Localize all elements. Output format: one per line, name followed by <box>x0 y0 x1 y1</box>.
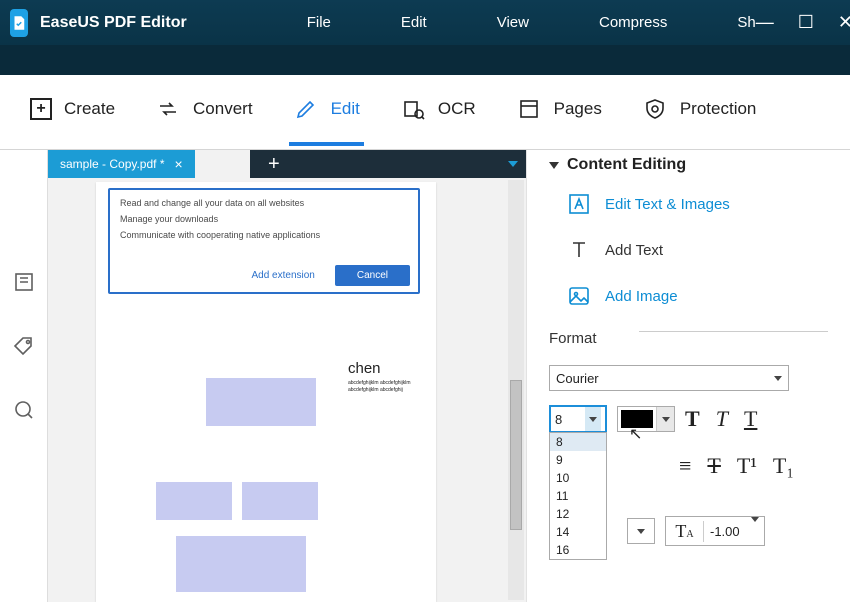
pages-icon <box>516 96 542 122</box>
tiny-text: abcdefghijklm abcdefghijklm abcdefghijkl… <box>348 380 436 393</box>
chevron-down-icon <box>746 522 764 540</box>
extension-popup: Read and change all your data on all web… <box>108 188 420 294</box>
edit-text-images-option[interactable]: Edit Text & Images <box>567 192 828 216</box>
plus-icon: + <box>30 98 52 120</box>
chevron-down-icon <box>585 407 601 431</box>
dark-strip <box>0 45 850 75</box>
tab-name: sample - Copy.pdf * <box>60 157 165 171</box>
size-option-12[interactable]: 12 <box>550 505 606 523</box>
panel-header[interactable]: Content Editing <box>549 156 828 174</box>
app-title: EaseUS PDF Editor <box>40 14 187 32</box>
tab-dropdown-icon[interactable] <box>508 161 518 167</box>
size-option-8[interactable]: 8 <box>550 433 606 451</box>
selection-box-3 <box>242 482 318 520</box>
shield-icon <box>642 96 668 122</box>
spacing-presets-dropdown[interactable] <box>627 518 655 544</box>
app-logo-icon <box>10 9 28 37</box>
menu-compress[interactable]: Compress <box>599 14 667 31</box>
pencil-icon <box>293 96 319 122</box>
main-menu: File Edit View Compress Sh <box>307 14 756 31</box>
document-tab[interactable]: sample - Copy.pdf * × <box>48 150 195 178</box>
thumbnails-icon[interactable] <box>12 270 36 294</box>
title-bar: EaseUS PDF Editor File Edit View Compres… <box>0 0 850 45</box>
cancel-button[interactable]: Cancel <box>335 265 410 286</box>
toolbar-create[interactable]: + Create <box>30 98 115 126</box>
selection-box-4 <box>176 536 306 592</box>
strikethrough-button[interactable]: T <box>707 453 720 479</box>
pdf-page: Read and change all your data on all web… <box>96 182 436 602</box>
char-spacing-control[interactable]: TA -1.00 <box>665 516 765 546</box>
font-color-select[interactable] <box>617 406 675 432</box>
font-size-dropdown[interactable]: 8 9 10 11 12 14 16 <box>549 432 607 560</box>
toolbar-ocr[interactable]: OCR <box>400 96 476 128</box>
italic-button[interactable]: T <box>716 406 728 432</box>
toolbar-convert[interactable]: Convert <box>155 96 253 128</box>
spacing-icon: TA <box>666 521 704 542</box>
font-family-select[interactable]: Courier <box>549 365 789 391</box>
selection-box-2 <box>156 482 232 520</box>
add-image-option[interactable]: Add Image <box>567 284 828 308</box>
size-option-9[interactable]: 9 <box>550 451 606 469</box>
ocr-icon <box>400 96 426 122</box>
toolbar-edit[interactable]: Edit <box>293 96 360 128</box>
document-area: sample - Copy.pdf * × + Read and change … <box>48 150 526 602</box>
size-option-10[interactable]: 10 <box>550 469 606 487</box>
size-option-16[interactable]: 16 <box>550 541 606 559</box>
size-option-14[interactable]: 14 <box>550 523 606 541</box>
window-close-icon[interactable]: ✕ <box>838 12 850 33</box>
chevron-down-icon <box>656 407 674 431</box>
search-icon[interactable] <box>12 398 36 422</box>
right-panel: Content Editing Edit Text & Images Add T… <box>526 150 850 602</box>
collapse-icon <box>549 162 559 169</box>
page-viewport[interactable]: Read and change all your data on all web… <box>48 178 526 602</box>
underline-button[interactable]: T <box>744 406 757 432</box>
superscript-button[interactable]: T¹ <box>737 453 757 479</box>
subscript-button[interactable]: T₁ <box>773 453 794 479</box>
window-maximize-icon[interactable]: ☐ <box>798 12 814 33</box>
add-extension-button[interactable]: Add extension <box>241 265 324 286</box>
font-size-select[interactable]: 8 <box>549 405 607 433</box>
menu-file[interactable]: File <box>307 14 331 31</box>
format-label: Format <box>549 330 828 347</box>
toolbar-protection[interactable]: Protection <box>642 96 757 128</box>
toolbar-pages[interactable]: Pages <box>516 96 602 128</box>
format-divider <box>639 331 828 332</box>
toolbar: + Create Convert Edit OCR Pages Protecti… <box>0 75 850 150</box>
menu-edit[interactable]: Edit <box>401 14 427 31</box>
tab-bar-rest: + <box>250 150 526 178</box>
window-minimize-icon[interactable]: — <box>756 12 774 33</box>
menu-view[interactable]: View <box>497 14 529 31</box>
bold-button[interactable]: T <box>685 406 700 432</box>
color-swatch <box>621 410 653 428</box>
menu-share[interactable]: Sh <box>737 14 755 31</box>
text-chen: chen <box>348 360 381 377</box>
new-tab-button[interactable]: + <box>268 153 280 176</box>
add-text-option[interactable]: Add Text <box>567 238 828 262</box>
chevron-down-icon <box>774 376 782 381</box>
left-tool-rail <box>0 150 48 602</box>
align-button-1[interactable]: ≡ <box>679 453 691 479</box>
size-option-11[interactable]: 11 <box>550 487 606 505</box>
convert-icon <box>155 96 181 122</box>
tab-close-icon[interactable]: × <box>175 156 183 172</box>
tag-icon[interactable] <box>12 334 36 358</box>
selection-box-1 <box>206 378 316 426</box>
